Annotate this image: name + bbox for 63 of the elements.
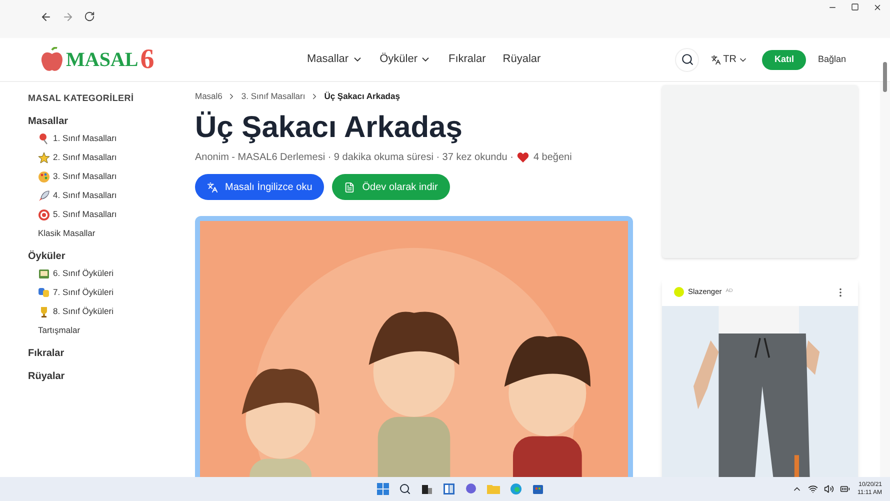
trophy-icon [38,306,50,318]
sidebar-item[interactable]: Klasik Masallar [38,226,195,240]
breadcrumb-link[interactable]: Üç Şakacı Arkadaş [324,90,400,103]
palette-icon [38,170,50,182]
back-icon[interactable] [40,11,52,23]
nav-link[interactable]: Öyküler [380,51,432,68]
sidebar-item[interactable]: 4. Sınıf Masalları [38,188,195,202]
sidebar-category[interactable]: Öyküler [28,248,195,264]
target-icon [38,208,50,220]
article-title: Üç Şakacı Arkadaş [195,110,464,146]
document-icon [344,182,356,193]
task-view-icon[interactable] [421,483,434,495]
article-meta: Anonim - MASAL6 Derlemesi · 9 dakika okuma süresi · 37 kez okundu · [195,151,514,166]
sidebar-category[interactable]: Rüyalar [28,368,195,384]
chat-icon[interactable] [465,483,478,495]
browser-icon[interactable] [510,483,522,495]
sidebar-item[interactable]: 5. Sınıf Masalları [38,208,195,222]
breadcrumb-link[interactable]: 3. Sınıf Masalları [241,90,306,103]
sidebar-item[interactable]: 7. Sınıf Öyküleri [38,286,195,300]
sidebar-title: MASAL KATEGORİLERİ [28,92,135,105]
breadcrumb-link[interactable]: Masal6 [195,90,222,103]
search-icon[interactable] [399,483,412,495]
translate-icon [207,182,218,193]
sidebar-item[interactable]: 3. Sınıf Masalları [38,170,195,184]
sidebar-item[interactable]: 6. Sınıf Öyküleri [38,266,195,280]
search-button[interactable] [675,48,700,72]
brand-logo-icon [674,287,684,297]
star-icon [38,152,50,164]
translate-icon [711,54,722,64]
battery-icon[interactable] [840,484,850,494]
site-logo[interactable]: MASAL6 [40,44,300,74]
maximize-icon[interactable] [851,3,859,11]
language-button[interactable]: TR [711,52,748,67]
search-icon [680,53,694,66]
nav-link[interactable]: Rüyalar [502,51,541,68]
forward-icon[interactable] [62,11,74,23]
read-english-button[interactable]: Masalı İngilizce oku [195,174,324,200]
start-icon[interactable] [377,483,390,495]
sidebar-item[interactable]: Tartışmalar [38,324,195,338]
widgets-icon[interactable] [443,483,456,495]
sidebar-item[interactable]: 1. Sınıf Masalları [38,132,195,146]
store-icon[interactable] [532,483,544,495]
speaker-icon[interactable] [824,484,834,494]
apple-icon [40,46,64,72]
book-icon [38,268,50,280]
connect-link[interactable]: Bağlan [818,52,846,66]
rocket-icon [38,190,50,202]
logo-digit: 6 [140,46,154,74]
logo-text: MASAL [66,48,138,72]
sidebar-category[interactable]: Masallar [28,114,195,128]
heart-icon [517,152,530,164]
likes-count: 4 beğeni [533,151,572,166]
close-icon[interactable] [873,3,882,12]
reload-icon[interactable] [84,11,95,22]
sidebar-item[interactable]: 2. Sınıf Masalları [38,150,195,164]
scrollbar-thumb[interactable] [883,62,887,92]
sidebar-item[interactable]: 8. Sınıf Öyküleri [38,304,195,318]
nav-link[interactable]: Fıkralar [448,51,486,68]
nav-link[interactable]: Masallar [307,51,363,68]
masks-icon [38,286,50,298]
pushpin-icon [38,132,50,144]
sidebar-category[interactable]: Fıkralar [28,346,195,360]
wifi-icon[interactable] [808,484,818,494]
